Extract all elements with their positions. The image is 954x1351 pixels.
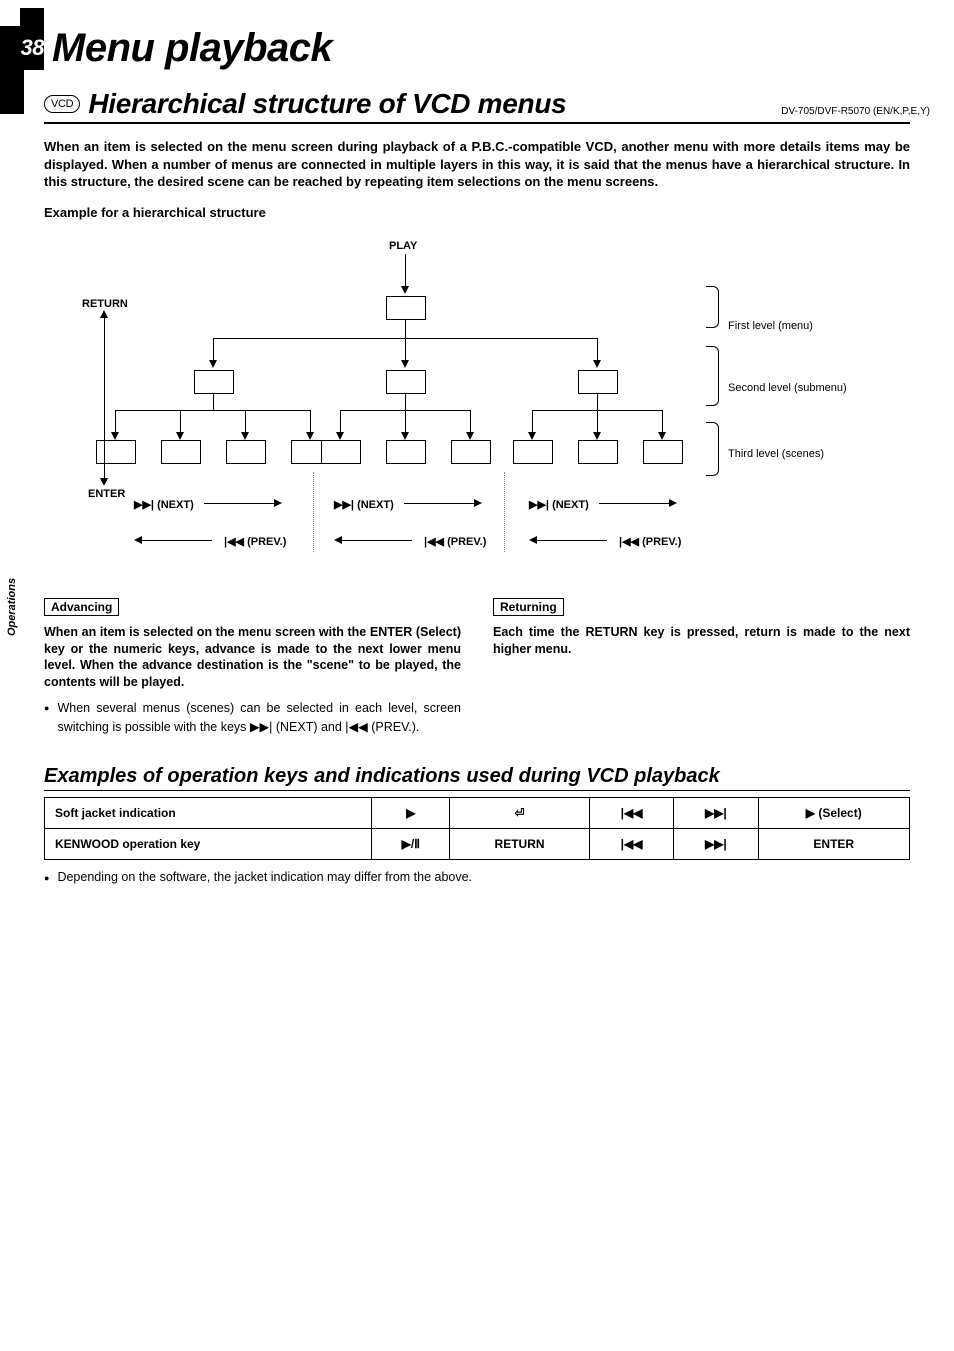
page-number: 38 [20,8,44,70]
level3-box [386,440,426,464]
cell: |◀◀ [589,828,673,859]
level1-box [386,296,426,320]
section-title-text: Hierarchical structure of VCD menus [88,88,566,120]
section-title: VCD Hierarchical structure of VCD menus [44,88,910,124]
play-label: PLAY [389,240,417,252]
advancing-label: Advancing [44,598,119,616]
return-label: RETURN [82,298,128,310]
level3-box [226,440,266,464]
enter-label: ENTER [88,488,125,500]
subsection-title: Examples of operation keys and indicatio… [44,765,910,791]
advancing-bullet: When several menus (scenes) can be selec… [57,699,461,737]
next-label: (NEXT) [357,499,394,511]
doc-id: DV-705/DVF-R5070 (EN/K,P,E,Y) [781,106,930,117]
level2-box [578,370,618,394]
note-text: Depending on the software, the jacket in… [57,870,472,884]
level2-box [194,370,234,394]
prev-label: (PREV.) [247,536,286,548]
cell: ▶▶| [674,797,758,828]
cell: Soft jacket indication [45,797,372,828]
level3-label: Third level (scenes) [728,448,824,460]
cell: ▶▶| [674,828,758,859]
cell: KENWOOD operation key [45,828,372,859]
example-label: Example for a hierarchical structure [44,205,910,220]
prev-label: (PREV.) [642,536,681,548]
level1-label: First level (menu) [728,320,813,332]
cell: RETURN [450,828,590,859]
vcd-badge: VCD [44,95,80,113]
level3-box [451,440,491,464]
hierarchy-diagram: PLAY [44,240,894,580]
level3-box [513,440,553,464]
page-title: 38 Menu playback [0,26,954,76]
cell: ENTER [758,828,909,859]
table-row: KENWOOD operation key ▶/Ⅱ RETURN |◀◀ ▶▶|… [45,828,910,859]
cell: ▶ [372,797,450,828]
level3-box [643,440,683,464]
returning-text: Each time the RETURN key is pressed, ret… [493,624,910,658]
returning-label: Returning [493,598,564,616]
cell: ▶/Ⅱ [372,828,450,859]
page-title-text: Menu playback [52,26,332,71]
level3-box [161,440,201,464]
next-label: (NEXT) [552,499,589,511]
side-section-label: Operations [6,578,18,636]
level2-box [386,370,426,394]
level3-box [96,440,136,464]
advancing-text: When an item is selected on the menu scr… [44,624,461,692]
cell: ⏎ [450,797,590,828]
cell: |◀◀ [589,797,673,828]
next-label: (NEXT) [157,499,194,511]
level3-box [578,440,618,464]
table-row: Soft jacket indication ▶ ⏎ |◀◀ ▶▶| ▶ (Se… [45,797,910,828]
level3-box [321,440,361,464]
cell: ▶ (Select) [758,797,909,828]
prev-label: (PREV.) [447,536,486,548]
level2-label: Second level (submenu) [728,382,847,394]
intro-text: When an item is selected on the menu scr… [44,138,910,191]
keys-table: Soft jacket indication ▶ ⏎ |◀◀ ▶▶| ▶ (Se… [44,797,910,860]
